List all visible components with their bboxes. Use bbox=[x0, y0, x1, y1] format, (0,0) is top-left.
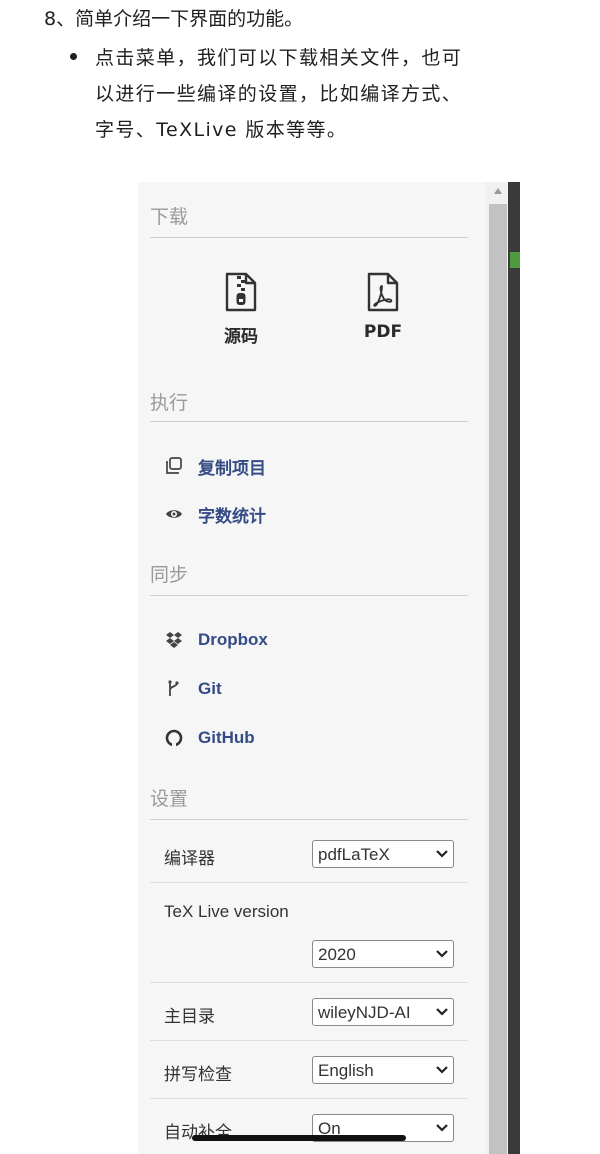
scroll-up-arrow-icon[interactable] bbox=[494, 188, 502, 194]
row-divider bbox=[150, 1040, 468, 1041]
spell-check-select[interactable]: English bbox=[312, 1056, 454, 1084]
overleaf-menu-screenshot: 下载 源码 PDF 执行 复制项目 字数统计 同步 Dropbox Git Gi… bbox=[138, 182, 520, 1154]
eye-icon bbox=[164, 504, 184, 524]
dropbox-icon bbox=[164, 630, 184, 650]
pdf-file-icon bbox=[367, 272, 399, 312]
section-title-download: 下载 bbox=[150, 206, 189, 228]
row-divider bbox=[150, 982, 468, 983]
copy-project-link[interactable]: 复制项目 bbox=[164, 452, 266, 480]
copy-icon bbox=[164, 456, 184, 476]
compiler-label: 编译器 bbox=[164, 849, 215, 868]
texlive-version-select[interactable]: 2020 bbox=[312, 940, 454, 968]
bullet-text: 点击菜单，我们可以下载相关文件，也可 以进行一些编译的设置，比如编译方式、 字号… bbox=[95, 47, 463, 141]
dropbox-link[interactable]: Dropbox bbox=[164, 626, 268, 654]
row-divider bbox=[150, 1098, 468, 1099]
texlive-version-label: TeX Live version bbox=[164, 902, 289, 921]
section-title-settings: 设置 bbox=[150, 788, 189, 810]
git-link[interactable]: Git bbox=[164, 675, 222, 703]
section-title-sync: 同步 bbox=[150, 564, 189, 586]
main-document-select[interactable]: wileyNJD-AI bbox=[312, 998, 454, 1026]
download-source-label: 源码 bbox=[224, 327, 258, 347]
section-title-actions: 执行 bbox=[150, 392, 189, 414]
home-indicator[interactable] bbox=[192, 1135, 406, 1141]
chevron-down-icon bbox=[435, 1064, 449, 1076]
copy-project-label: 复制项目 bbox=[198, 458, 266, 478]
section-divider bbox=[150, 819, 468, 820]
article-heading: 8、简单介绍一下界面的功能。 bbox=[44, 8, 304, 30]
editor-edge-green-marker bbox=[510, 252, 520, 268]
download-pdf-label: PDF bbox=[363, 322, 403, 342]
git-icon bbox=[164, 679, 184, 699]
zip-file-icon bbox=[225, 272, 257, 312]
git-label: Git bbox=[198, 679, 222, 698]
chevron-down-icon bbox=[435, 1006, 449, 1018]
download-source-button[interactable]: 源码 bbox=[186, 272, 296, 347]
github-link[interactable]: GitHub bbox=[164, 724, 255, 752]
github-label: GitHub bbox=[198, 728, 255, 747]
download-pdf-button[interactable]: PDF bbox=[328, 272, 438, 342]
dropbox-label: Dropbox bbox=[198, 630, 268, 649]
chevron-down-icon bbox=[435, 1122, 449, 1134]
chevron-down-icon bbox=[435, 948, 449, 960]
menu-panel: 下载 源码 PDF 执行 复制项目 字数统计 同步 Dropbox Git Gi… bbox=[150, 182, 468, 1154]
word-count-link[interactable]: 字数统计 bbox=[164, 500, 266, 528]
spell-check-label: 拼写检查 bbox=[164, 1065, 232, 1084]
section-divider bbox=[150, 237, 468, 238]
chevron-down-icon bbox=[435, 848, 449, 860]
section-divider bbox=[150, 421, 468, 422]
github-icon bbox=[164, 728, 184, 748]
row-divider bbox=[150, 882, 468, 883]
word-count-label: 字数统计 bbox=[198, 506, 266, 526]
bullet-dot bbox=[70, 53, 77, 60]
scrollbar-thumb[interactable] bbox=[489, 204, 507, 1154]
main-document-label: 主目录 bbox=[164, 1007, 215, 1026]
section-divider bbox=[150, 595, 468, 596]
compiler-select[interactable]: pdfLaTeX bbox=[312, 840, 454, 868]
editor-edge bbox=[508, 182, 520, 1154]
